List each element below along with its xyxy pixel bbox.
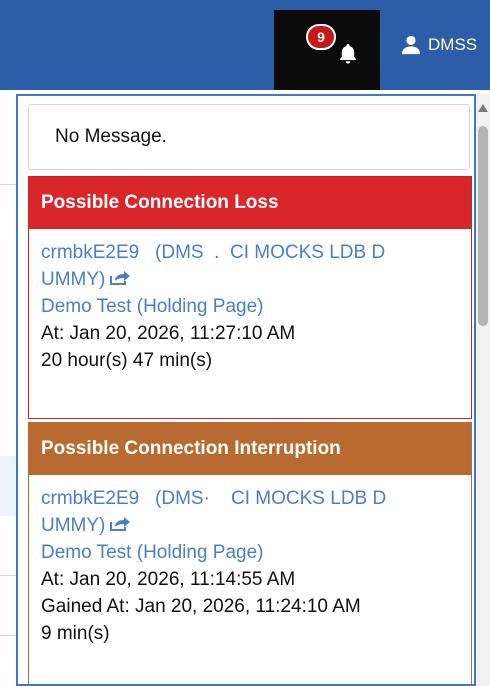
background-page <box>0 90 16 686</box>
empty-message-box: No Message. <box>28 104 470 170</box>
user-icon <box>401 35 421 55</box>
scroll-up-arrow-icon[interactable] <box>478 104 488 112</box>
empty-message: No Message. <box>55 126 167 147</box>
alert-card-connection-loss: Possible Connection Loss crmbkE2E9 (DMS … <box>28 176 472 419</box>
scroll-thumb[interactable] <box>478 126 488 326</box>
site-line-2: UMMY) <box>41 515 106 536</box>
notifications-dropdown: No Message. Possible Connection Loss crm… <box>16 94 476 686</box>
alert-location-link[interactable]: Demo Test (Holding Page) <box>41 293 459 320</box>
site-line-1: crmbkE2E9 (DMS . CI MOCKS LDB D <box>41 242 386 263</box>
share-external-icon[interactable] <box>109 270 131 286</box>
panel-scrollbar[interactable] <box>476 94 490 686</box>
user-menu[interactable]: DMSS <box>400 34 477 56</box>
alert-title: Possible Connection Interruption <box>29 423 471 475</box>
alert-title: Possible Connection Loss <box>29 177 471 229</box>
notifications-toggle[interactable]: 9 <box>274 10 380 90</box>
alert-location-link[interactable]: Demo Test (Holding Page) <box>41 539 459 566</box>
alert-site-link[interactable]: crmbkE2E9 (DMS . CI MOCKS LDB D UMMY) <box>41 239 459 293</box>
alert-site-link[interactable]: crmbkE2E9 (DMS· CI MOCKS LDB D UMMY) <box>41 485 459 539</box>
site-line-2: UMMY) <box>41 269 106 290</box>
background-divider <box>0 184 16 185</box>
alert-card-connection-interruption: Possible Connection Interruption crmbkE2… <box>28 422 472 684</box>
background-divider <box>0 635 16 636</box>
background-divider <box>0 575 16 576</box>
share-external-icon[interactable] <box>109 516 131 532</box>
background-row <box>0 456 16 516</box>
alert-gained-time: Gained At: Jan 20, 2026, 11:24:10 AM <box>41 596 361 617</box>
alert-time: At: Jan 20, 2026, 11:27:10 AM <box>41 323 296 344</box>
site-line-1: crmbkE2E9 (DMS· CI MOCKS LDB D <box>41 488 387 509</box>
notification-count-badge: 9 <box>306 24 336 50</box>
user-name: DMSS <box>428 35 478 54</box>
alert-duration: 9 min(s) <box>41 623 110 644</box>
top-navbar: 9 DMSS <box>0 0 490 90</box>
alert-duration: 20 hour(s) 47 min(s) <box>41 350 213 371</box>
alert-time: At: Jan 20, 2026, 11:14:55 AM <box>41 569 296 590</box>
bell-icon <box>340 44 356 64</box>
